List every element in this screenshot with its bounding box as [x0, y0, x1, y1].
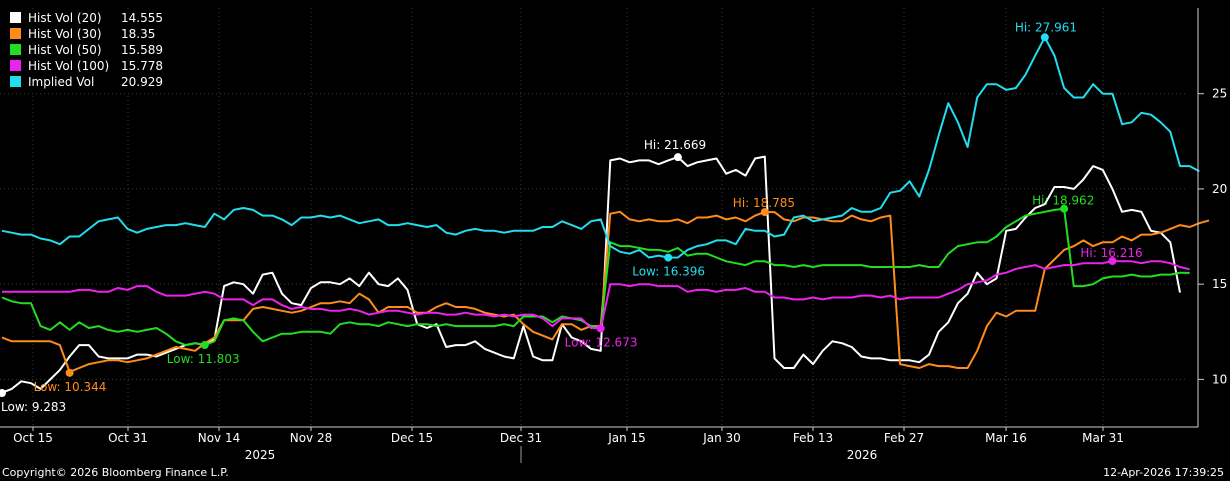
legend-swatch — [10, 28, 21, 39]
legend-swatch — [10, 76, 21, 87]
series-line-3 — [2, 260, 1190, 330]
x-tick-label: Dec 31 — [500, 431, 542, 445]
annotation-label: Hi: 21.669 — [644, 138, 706, 152]
annotation-label: Low: 9.283 — [1, 400, 66, 414]
axes: 10152025Oct 15 Oct 31 Nov 14 Nov 28 Dec 15 De… — [0, 8, 1227, 463]
x-tick-label: Nov 28 — [290, 431, 333, 445]
annotation-marker — [0, 389, 6, 398]
annotation-label: Low: 12.673 — [565, 335, 638, 349]
legend-value: 20.929 — [121, 75, 163, 89]
legend-name: Hist Vol (50) — [28, 43, 102, 57]
annotation-label: Low: 10.344 — [34, 380, 107, 394]
annotation-marker — [673, 153, 682, 162]
annotation-label: Hi: 27.961 — [1015, 20, 1077, 34]
x-tick-label: Jan 15 — [607, 431, 646, 445]
y-tick-label: 15 — [1212, 277, 1227, 291]
x-tick-label: Feb 27 — [884, 431, 924, 445]
x-tick-label: Mar 31 — [1082, 431, 1124, 445]
legend-swatch — [10, 12, 21, 23]
annotation-label: Low: 11.803 — [167, 352, 240, 366]
year-label: 2026 — [847, 448, 878, 462]
legend-name: Implied Vol — [28, 75, 94, 89]
y-tick-label: 25 — [1212, 87, 1227, 101]
y-tick-label: 10 — [1212, 372, 1227, 386]
legend: Hist Vol (20) 14.555 Hist Vol (30) 18.35 His… — [2, 9, 165, 93]
legend-value: 15.589 — [121, 43, 163, 57]
legend-value: 18.35 — [121, 27, 155, 41]
annotation-label: Hi: 18.962 — [1032, 194, 1094, 208]
copyright-text: Copyright© 2026 Bloomberg Finance L.P. — [2, 466, 229, 479]
legend-value: 15.778 — [121, 59, 163, 73]
legend-swatch — [10, 60, 21, 71]
annotations-layer: Low: 9.283 Hi: 21.669 Low: 10.344 Hi: 18.78… — [0, 20, 1143, 414]
annotation-marker — [1040, 33, 1049, 42]
legend-name: Hist Vol (30) — [28, 27, 102, 41]
x-tick-label: Nov 14 — [198, 431, 241, 445]
legend-value: 14.555 — [121, 11, 163, 25]
annotation-marker — [664, 253, 673, 262]
y-tick-label: 20 — [1212, 182, 1227, 196]
x-tick-label: Dec 15 — [391, 431, 433, 445]
x-tick-label: Jan 30 — [702, 431, 741, 445]
x-tick-label: Oct 31 — [108, 431, 148, 445]
volatility-chart: Low: 9.283 Hi: 21.669 Low: 10.344 Hi: 18.78… — [0, 8, 1227, 463]
annotation-marker — [65, 368, 74, 377]
annotation-label: Low: 16.396 — [632, 265, 705, 279]
x-tick-label: Feb 13 — [793, 431, 833, 445]
timestamp-text: 12-Apr-2026 17:39:25 — [1103, 466, 1224, 479]
year-label: 2025 — [245, 448, 276, 462]
annotation-marker — [200, 341, 209, 350]
legend-swatch — [10, 44, 21, 55]
legend-name: Hist Vol (20) — [28, 11, 102, 25]
x-tick-label: Oct 15 — [13, 431, 53, 445]
legend-name: Hist Vol (100) — [28, 59, 109, 73]
annotation-label: Hi: 16.216 — [1080, 246, 1142, 260]
annotation-marker — [596, 324, 605, 333]
x-tick-label: Mar 16 — [985, 431, 1027, 445]
annotation-label: Hi: 18.785 — [733, 196, 795, 210]
